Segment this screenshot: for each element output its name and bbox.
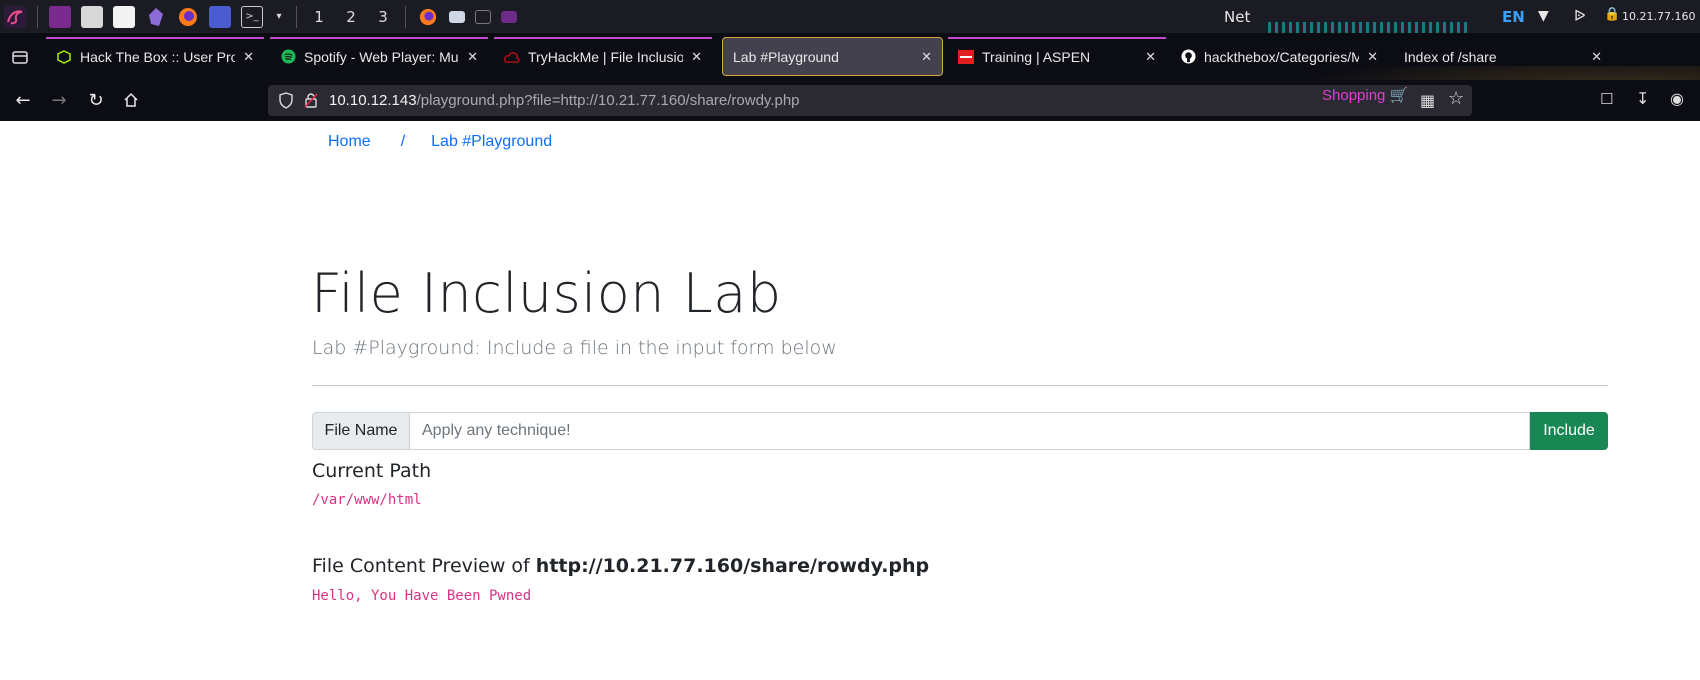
folder-window-icon[interactable]	[501, 10, 517, 23]
download-icon[interactable]: ↧	[1636, 89, 1649, 108]
preview-heading: File Content Preview of http://10.21.77.…	[312, 555, 929, 577]
chevron-down-icon[interactable]: ▾	[273, 6, 285, 28]
page-content: Home / Lab #Playground File Inclusion La…	[0, 121, 1700, 680]
file-name-input[interactable]	[410, 412, 1530, 450]
account-icon[interactable]: ◉	[1670, 89, 1684, 108]
keyboard-layout[interactable]: EN	[1502, 8, 1525, 26]
close-icon[interactable]: ✕	[691, 49, 702, 65]
workspace-1[interactable]: 1	[303, 8, 335, 26]
close-icon[interactable]: ✕	[1367, 49, 1378, 65]
shopping-label: Shopping	[1322, 87, 1386, 104]
tab-github[interactable]: hackthebox/Categories/M ✕	[1170, 37, 1388, 76]
taskbar-separator	[37, 5, 38, 28]
os-taskbar: >_ ▾ 1 2 3 Net EN ▼ ᐉ 🔒 10.21.77.160	[0, 0, 1700, 33]
back-icon[interactable]: ←	[12, 89, 34, 111]
pocket-icon[interactable]: ☐	[1600, 90, 1613, 108]
net-label: Net	[1224, 8, 1251, 26]
include-form: File Name Include	[312, 412, 1608, 450]
close-icon[interactable]: ✕	[467, 49, 478, 65]
page-title: File Inclusion Lab	[311, 262, 782, 325]
screen-capture-icon[interactable]	[209, 5, 231, 28]
insecure-lock-icon[interactable]	[304, 92, 318, 112]
tab-title: hackthebox/Categories/M	[1204, 48, 1360, 65]
tab-title: Hack The Box :: User Profi	[80, 48, 236, 65]
tab-tryhackme[interactable]: TryHackMe | File Inclusion ✕	[494, 37, 712, 76]
url-bar[interactable]: 10.10.12.143/playground.php?file=http://…	[268, 85, 1472, 116]
firefox-icon[interactable]	[177, 6, 199, 28]
spotify-icon	[280, 49, 296, 65]
include-button[interactable]: Include	[1530, 412, 1608, 450]
divider	[312, 385, 1608, 386]
obsidian-icon[interactable]	[145, 6, 167, 28]
file-name-label: File Name	[312, 412, 410, 450]
close-icon[interactable]: ✕	[243, 49, 254, 65]
bluetooth-icon[interactable]: ᐉ	[1574, 7, 1586, 25]
tab-lab-playground[interactable]: Lab #Playground ✕	[722, 37, 943, 76]
breadcrumb-separator: /	[400, 133, 406, 150]
breadcrumb: Home / Lab #Playground	[328, 133, 552, 151]
close-icon[interactable]: ✕	[1591, 49, 1602, 65]
breadcrumb-current[interactable]: Lab #Playground	[431, 133, 552, 151]
close-icon[interactable]: ✕	[1145, 49, 1156, 65]
tab-title: Spotify - Web Player: Mus	[304, 48, 460, 65]
forward-icon[interactable]: →	[48, 89, 70, 111]
tab-index-share[interactable]: Index of /share ✕	[1394, 37, 1612, 76]
taskbar-separator	[296, 5, 297, 28]
browser-tab-bar: Hack The Box :: User Profi ✕ Spotify - W…	[0, 33, 1700, 154]
workspace-2[interactable]: 2	[335, 8, 367, 26]
shopping-extension[interactable]: Shopping 🛒	[1322, 86, 1408, 104]
tab-aspen[interactable]: Training | ASPEN ✕	[948, 37, 1166, 76]
close-icon[interactable]: ✕	[921, 49, 932, 65]
tab-title: Lab #Playground	[733, 48, 839, 65]
files-icon[interactable]	[81, 5, 103, 28]
tab-spotify[interactable]: Spotify - Web Player: Mus ✕	[270, 37, 488, 76]
lock-icon: 🔒	[1604, 7, 1621, 22]
hackthebox-icon	[56, 49, 72, 65]
firefox-window-icon[interactable]	[417, 6, 439, 28]
bookmark-star-icon[interactable]: ☆	[1448, 88, 1464, 109]
url-host: 10.10.12.143	[329, 92, 417, 109]
workspace-3[interactable]: 3	[367, 8, 399, 26]
window-icon[interactable]	[449, 10, 465, 23]
github-icon	[1180, 49, 1196, 65]
kali-menu-icon[interactable]	[4, 5, 26, 28]
file-content-preview: Hello, You Have Been Pwned	[312, 588, 532, 604]
preview-file-url: http://10.21.77.160/share/rowdy.php	[535, 555, 930, 577]
shield-icon[interactable]	[278, 92, 294, 113]
network-graph	[1268, 22, 1468, 33]
browser-nav-bar: ← → ↻ 10.10.12.143/playground.php?file=h…	[0, 80, 1700, 121]
aspen-icon	[958, 49, 974, 65]
wifi-icon[interactable]: ▼	[1538, 8, 1549, 24]
tab-list-icon[interactable]	[10, 47, 30, 67]
extensions-grid-icon[interactable]: ▦	[1420, 91, 1435, 110]
page-subtitle: Lab #Playground: Include a file in the i…	[312, 337, 837, 359]
current-path-heading: Current Path	[312, 460, 432, 482]
breadcrumb-home[interactable]: Home	[328, 133, 371, 151]
tryhackme-icon	[504, 49, 520, 65]
home-icon[interactable]	[120, 89, 142, 111]
tab-title: Index of /share	[1404, 48, 1497, 65]
preview-heading-prefix: File Content Preview of	[312, 555, 536, 577]
current-path-value: /var/www/html	[312, 492, 422, 508]
tab-title: Training | ASPEN	[982, 48, 1091, 65]
text-editor-icon[interactable]	[113, 5, 135, 28]
terminal-app-icon[interactable]	[49, 5, 71, 28]
terminal-icon[interactable]: >_	[241, 5, 263, 28]
tab-title: TryHackMe | File Inclusion	[528, 48, 684, 65]
vpn-ip: 10.21.77.160	[1622, 10, 1696, 23]
reload-icon[interactable]: ↻	[85, 89, 107, 111]
taskbar-separator	[405, 5, 406, 28]
url-path: /playground.php?file=http://10.21.77.160…	[416, 92, 800, 109]
terminal-window-icon[interactable]	[475, 9, 491, 24]
tab-hackthebox[interactable]: Hack The Box :: User Profi ✕	[46, 37, 264, 76]
